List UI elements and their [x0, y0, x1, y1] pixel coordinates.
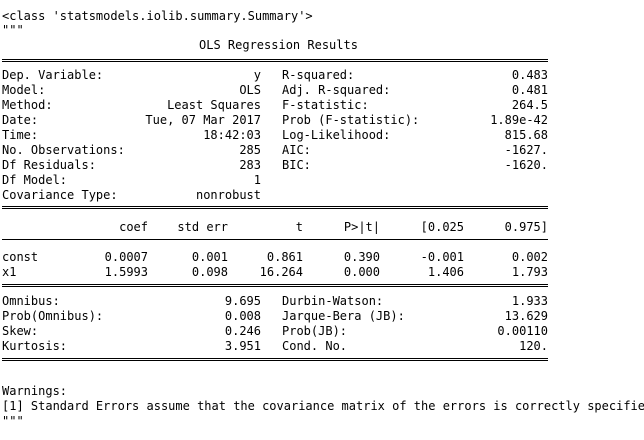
info-value: OLS — [239, 83, 261, 97]
diag-value: 0.246 — [224, 324, 261, 338]
diag-label: Kurtosis: — [2, 339, 68, 353]
info-value: nonrobust — [195, 188, 261, 202]
diag-label: Durbin-Watson: — [282, 294, 384, 308]
diag-label: Omnibus: — [2, 294, 60, 308]
docstring-close: """ — [2, 414, 24, 428]
mid-double-rule-1 — [2, 206, 548, 209]
diag-label: Cond. No. — [282, 339, 348, 353]
diag-label: Jarque-Bera (JB): — [282, 309, 405, 323]
stat-value: 1.89e-42 — [490, 113, 548, 127]
top-double-rule — [2, 59, 548, 62]
coef-header-rule — [2, 239, 548, 240]
coef-header: coef — [119, 220, 148, 234]
coef-cell: 1.793 — [511, 265, 548, 279]
coef-cell: 1.5993 — [104, 265, 148, 279]
stat-label: F-statistic: — [282, 98, 369, 112]
diag-value: 0.00110 — [497, 324, 548, 338]
coef-header: P>|t| — [343, 220, 380, 234]
info-label: Date: — [2, 113, 39, 127]
info-label: Model: — [2, 83, 46, 97]
diag-label: Prob(Omnibus): — [2, 309, 104, 323]
coef-cell: 0.000 — [343, 265, 380, 279]
stat-value: -1620. — [504, 158, 548, 172]
info-value: 18:42:03 — [203, 128, 261, 142]
coef-header: 0.975] — [504, 220, 548, 234]
info-value: 1 — [253, 173, 261, 187]
stat-label: R-squared: — [282, 68, 355, 82]
coef-header: [0.025 — [420, 220, 464, 234]
coef-header: std err — [177, 220, 228, 234]
mid-double-rule-2 — [2, 284, 548, 287]
class-line: <class 'statsmodels.iolib.summary.Summar… — [2, 9, 313, 23]
summary-title: OLS Regression Results — [199, 38, 358, 52]
stat-value: 0.483 — [511, 68, 548, 82]
info-value: 283 — [239, 158, 261, 172]
diag-label: Prob(JB): — [282, 324, 348, 338]
coef-cell: 0.098 — [191, 265, 228, 279]
bottom-double-rule — [2, 358, 548, 361]
warnings-title: Warnings: — [2, 384, 68, 398]
stat-value: 264.5 — [511, 98, 548, 112]
info-value: y — [253, 68, 261, 82]
stat-label: Log-Likelihood: — [282, 128, 391, 142]
info-label: Method: — [2, 98, 53, 112]
coef-header: t — [295, 220, 303, 234]
coef-cell: 16.264 — [259, 265, 303, 279]
info-value: 285 — [239, 143, 261, 157]
warning-item: [1] Standard Errors assume that the cova… — [2, 399, 644, 413]
regression-summary-output: <class 'statsmodels.iolib.summary.Summar… — [0, 0, 644, 440]
stat-value: 0.481 — [511, 83, 548, 97]
diag-value: 0.008 — [224, 309, 261, 323]
info-label: Df Model: — [2, 173, 68, 187]
info-value: Least Squares — [167, 98, 261, 112]
coef-cell: 0.0007 — [104, 250, 148, 264]
coef-cell: 0.001 — [191, 250, 228, 264]
coef-cell: 1.406 — [427, 265, 464, 279]
coef-cell: 0.861 — [266, 250, 303, 264]
stat-label: BIC: — [282, 158, 311, 172]
coef-cell: 0.390 — [343, 250, 380, 264]
diag-value: 3.951 — [224, 339, 261, 353]
info-label: Time: — [2, 128, 39, 142]
docstring-open: """ — [2, 23, 24, 37]
stat-label: Prob (F-statistic): — [282, 113, 420, 127]
stat-value: -1627. — [504, 143, 548, 157]
coef-row-name: x1 — [2, 265, 17, 279]
info-value: Tue, 07 Mar 2017 — [145, 113, 261, 127]
diag-value: 9.695 — [224, 294, 261, 308]
stat-label: Adj. R-squared: — [282, 83, 391, 97]
coef-cell: 0.002 — [511, 250, 548, 264]
diag-value: 1.933 — [511, 294, 548, 308]
diag-label: Skew: — [2, 324, 39, 338]
coef-row-name: const — [2, 250, 39, 264]
stat-value: 815.68 — [504, 128, 548, 142]
stat-label: AIC: — [282, 143, 311, 157]
coef-cell: -0.001 — [420, 250, 464, 264]
diag-value: 13.629 — [504, 309, 548, 323]
diag-value: 120. — [519, 339, 548, 353]
